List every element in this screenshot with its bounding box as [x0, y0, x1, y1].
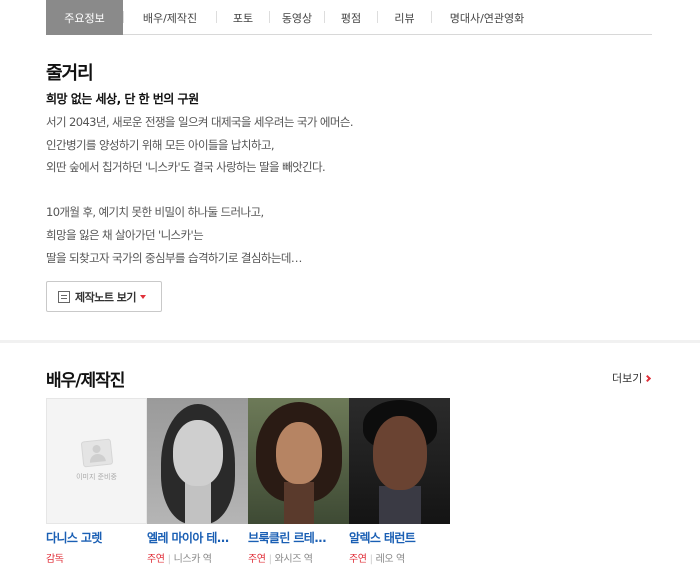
tab-5[interactable]: 리뷰	[378, 0, 431, 35]
cast-role-type: 주연	[349, 554, 367, 565]
synopsis-line: 인간병기를 양성하기 위해 모든 아이들을 납치하고,	[46, 137, 275, 152]
divider: |	[167, 554, 171, 565]
divider: |	[268, 554, 272, 565]
document-icon	[58, 290, 70, 303]
synopsis-line: 10개월 후, 예기치 못한 비밀이 하나둘 드러나고,	[46, 205, 264, 220]
cast-role-type: 감독	[46, 554, 64, 565]
cast-card[interactable]: 엘레 마이아 테... 주연 | 니스카 역	[147, 398, 248, 565]
more-link[interactable]: 더보기	[612, 370, 652, 386]
synopsis-line: 서기 2043년, 새로운 전쟁을 일으켜 대제국을 세우려는 국가 에머슨.	[46, 115, 354, 129]
cast-meta: 주연 | 니스카 역	[147, 550, 248, 565]
cast-role: 와시즈 역	[274, 554, 313, 565]
cast-photo	[248, 398, 349, 524]
tab-2[interactable]: 포토	[217, 0, 269, 35]
cast-name[interactable]: 알렉스 태런트	[349, 529, 450, 546]
chevron-right-icon	[644, 374, 652, 382]
synopsis-subtitle: 희망 없는 세상, 단 한 번의 구원	[46, 92, 199, 106]
cast-name[interactable]: 엘레 마이아 테...	[147, 529, 248, 546]
tab-0[interactable]: 주요정보	[46, 0, 123, 35]
cast-role: 니스카 역	[173, 554, 212, 565]
cast-meta: 주연 | 레오 역	[349, 550, 450, 565]
cast-photo	[349, 398, 450, 524]
synopsis-body: 서기 2043년, 새로운 전쟁을 일으켜 대제국을 세우려는 국가 에머슨. …	[46, 111, 646, 269]
placeholder-text: 이미지 준비중	[76, 473, 117, 481]
cast-photo	[147, 398, 248, 524]
synopsis-line: 딸을 되찾고자 국가의 중심부를 습격하기로 결심하는데…	[46, 250, 302, 265]
production-note-label: 제작노트 보기	[75, 290, 137, 304]
production-note-button[interactable]: 제작노트 보기	[46, 281, 162, 312]
tab-4[interactable]: 평점	[325, 0, 377, 35]
synopsis-line	[46, 179, 646, 202]
divider: |	[369, 554, 373, 565]
cast-role-type: 주연	[248, 554, 266, 565]
synopsis-title: 줄거리	[46, 63, 94, 84]
synopsis-line: 외딴 숲에서 칩거하던 '니스카'도 결국 사랑하는 딸을 빼앗긴다.	[46, 160, 326, 175]
cast-section-title: 배우/제작진	[46, 371, 125, 391]
cast-photo-placeholder: 이미지 준비중	[46, 398, 147, 524]
cast-name[interactable]: 브룩클린 르테...	[248, 529, 349, 546]
cast-card[interactable]: 알렉스 태런트 주연 | 레오 역	[349, 398, 450, 565]
tab-6[interactable]: 명대사/연관영화	[432, 0, 542, 35]
cast-name[interactable]: 다니스 고렛	[46, 529, 147, 546]
tab-3[interactable]: 동영상	[270, 0, 324, 35]
caret-down-icon	[140, 294, 147, 299]
cast-card[interactable]: 브룩클린 르테... 주연 | 와시즈 역	[248, 398, 349, 565]
cast-card[interactable]: 이미지 준비중 다니스 고렛 감독	[46, 398, 147, 565]
person-image-icon	[80, 438, 113, 468]
cast-meta: 감독	[46, 550, 147, 565]
more-label: 더보기	[612, 372, 643, 385]
tab-1[interactable]: 배우/제작진	[124, 0, 216, 35]
cast-role-type: 주연	[147, 554, 165, 565]
cast-meta: 주연 | 와시즈 역	[248, 550, 349, 565]
cast-list: 이미지 준비중 다니스 고렛 감독 엘레 마이아 테... 주연 | 니스카 역 브…	[46, 398, 450, 565]
cast-role: 레오 역	[375, 554, 406, 565]
synopsis-line: 희망을 잃은 채 살아가던 '니스카'는	[46, 227, 204, 242]
section-divider	[0, 340, 700, 343]
tab-bar: 주요정보 배우/제작진 포토 동영상 평점 리뷰 명대사/연관영화	[46, 0, 652, 35]
